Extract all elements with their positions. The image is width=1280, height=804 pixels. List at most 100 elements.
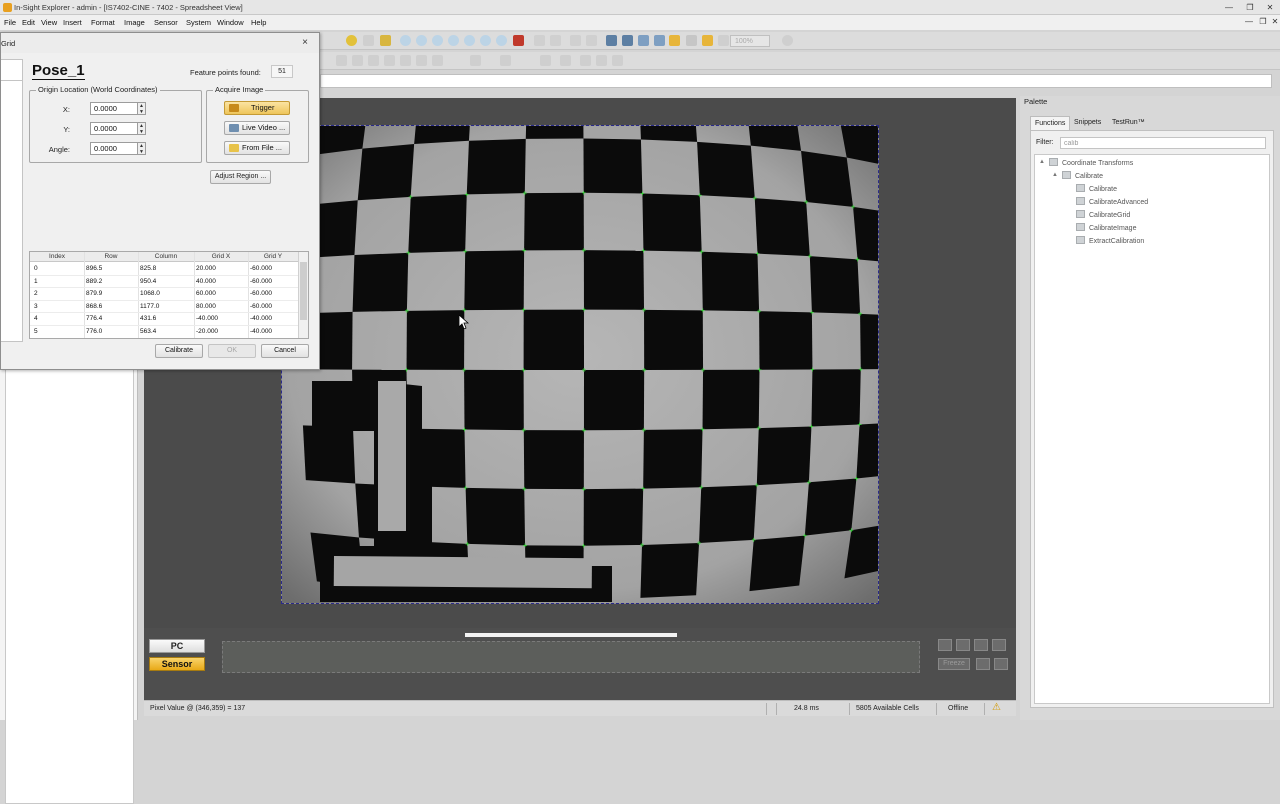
freeze-button[interactable]: Freeze <box>938 658 970 670</box>
align-justify-icon[interactable] <box>432 55 443 66</box>
calibrate-button[interactable]: Calibrate <box>155 344 203 358</box>
hand-icon[interactable] <box>718 35 729 46</box>
menu-format[interactable]: Format <box>91 18 115 27</box>
table-row[interactable]: 5 776.0 563.4 -20.000 -40.000 <box>30 326 298 338</box>
dependency-icon[interactable] <box>540 55 551 66</box>
italic-icon[interactable] <box>368 55 379 66</box>
film-prev-icon[interactable] <box>956 639 970 651</box>
tree-item-calibrate[interactable]: Calibrate <box>1076 184 1117 195</box>
lock-icon[interactable] <box>612 55 623 66</box>
menu-insert[interactable]: Insert <box>63 18 82 27</box>
menu-window[interactable]: Window <box>217 18 244 27</box>
custom-view-icon[interactable] <box>669 35 680 46</box>
origin-y-spinner[interactable]: ▲ ▼ <box>137 122 146 135</box>
window-alt-icon[interactable] <box>654 35 665 46</box>
font-color-icon[interactable] <box>500 55 511 66</box>
font-icon[interactable] <box>336 55 347 66</box>
zoom-fit-icon[interactable] <box>432 35 443 46</box>
tree-node-coordinate-transforms[interactable]: Coordinate Transforms <box>1049 158 1133 169</box>
ok-button[interactable]: OK <box>208 344 256 358</box>
film-settings-icon[interactable] <box>976 658 990 670</box>
tree-item-calibrate-grid[interactable]: CalibrateGrid <box>1076 210 1130 221</box>
tree-item-extract-calibration[interactable]: ExtractCalibration <box>1076 236 1144 247</box>
zoom-out-icon[interactable] <box>416 35 427 46</box>
grid-alt-icon[interactable] <box>550 35 561 46</box>
online-icon[interactable] <box>346 35 357 46</box>
column-header-grid-x[interactable]: Grid X <box>194 253 248 260</box>
tab-functions[interactable]: Functions <box>1030 116 1071 130</box>
zoom-level-field[interactable]: 100% <box>730 35 770 47</box>
tree-node-calibrate-group[interactable]: Calibrate <box>1062 171 1103 182</box>
table-icon[interactable] <box>586 35 597 46</box>
dependency-alt-icon[interactable] <box>560 55 571 66</box>
spin-down-icon[interactable]: ▼ <box>139 129 144 135</box>
feature-points-table[interactable]: Index Row Column Grid X Grid Y 0 896.5 825… <box>29 251 309 339</box>
align-center-icon[interactable] <box>400 55 411 66</box>
menu-help[interactable]: Help <box>251 18 266 27</box>
zoom-region-icon[interactable] <box>480 35 491 46</box>
sensor-view-icon[interactable] <box>702 35 713 46</box>
inner-minimize-button[interactable]: — <box>1242 16 1256 27</box>
column-header-index[interactable]: Index <box>30 253 84 260</box>
pc-button[interactable]: PC <box>149 639 205 653</box>
record-icon[interactable] <box>513 35 524 46</box>
pose-list[interactable] <box>1 59 23 342</box>
table-row[interactable]: 3 868.6 1177.0 80.000 -60.000 <box>30 301 298 314</box>
spin-down-icon[interactable]: ▼ <box>139 109 144 115</box>
layout-alt-icon[interactable] <box>622 35 633 46</box>
column-header-grid-y[interactable]: Grid Y <box>248 253 298 260</box>
column-header-row[interactable]: Row <box>84 253 138 260</box>
zoom-tool-icon[interactable] <box>496 35 507 46</box>
align-left-icon[interactable] <box>384 55 395 66</box>
origin-x-input[interactable] <box>90 102 138 115</box>
trigger-button[interactable]: Trigger <box>224 101 290 115</box>
camera-icon[interactable] <box>380 35 391 46</box>
live-video-button[interactable]: Live Video ... <box>224 121 290 135</box>
adjust-region-button[interactable]: Adjust Region ... <box>210 170 271 184</box>
inner-close-button[interactable]: ✕ <box>1268 16 1280 27</box>
formula-bar[interactable] <box>320 74 1272 88</box>
minimize-button[interactable]: — <box>1222 2 1236 13</box>
table-row[interactable]: 4 776.4 431.6 -40.000 -40.000 <box>30 313 298 326</box>
table-row[interactable]: 0 896.5 825.8 20.000 -60.000 <box>30 263 298 276</box>
film-record-icon[interactable] <box>994 658 1008 670</box>
check-icon[interactable] <box>580 55 591 66</box>
tab-snippets[interactable]: Snippets <box>1070 116 1105 130</box>
fill-color-icon[interactable] <box>470 55 481 66</box>
zoom-in-icon[interactable] <box>400 35 411 46</box>
calibration-checkerboard-image[interactable] <box>281 125 879 604</box>
tree-item-calibrate-image[interactable]: CalibrateImage <box>1076 223 1136 234</box>
menu-image[interactable]: Image <box>124 18 145 27</box>
close-button[interactable]: ✕ <box>1263 2 1277 13</box>
from-file-button[interactable]: From File ... <box>224 141 290 155</box>
table-scrollbar-thumb[interactable] <box>300 262 307 320</box>
restore-button[interactable]: ❐ <box>1243 2 1257 13</box>
cancel-button[interactable]: Cancel <box>261 344 309 358</box>
tree-expand-icon[interactable]: ▲ <box>1052 172 1058 178</box>
filter-input[interactable] <box>1060 137 1266 149</box>
menu-view[interactable]: View <box>41 18 57 27</box>
column-header-column[interactable]: Column <box>138 253 194 260</box>
warning-icon[interactable]: ⚠ <box>992 702 1001 713</box>
layout-icon[interactable] <box>606 35 617 46</box>
tree-expand-icon[interactable]: ▲ <box>1039 159 1045 165</box>
align-right-icon[interactable] <box>416 55 427 66</box>
table-row[interactable]: 1 889.2 950.4 40.000 -60.000 <box>30 276 298 289</box>
menu-sensor[interactable]: Sensor <box>154 18 178 27</box>
grid-icon[interactable] <box>534 35 545 46</box>
window-icon[interactable] <box>638 35 649 46</box>
snippet-icon[interactable] <box>596 55 607 66</box>
filter-icon[interactable] <box>686 35 697 46</box>
dialog-close-icon[interactable]: × <box>299 37 311 49</box>
origin-x-spinner[interactable]: ▲ ▼ <box>137 102 146 115</box>
menu-file[interactable]: File <box>4 18 16 27</box>
spin-down-icon[interactable]: ▼ <box>139 149 144 155</box>
tab-testrun[interactable]: TestRun™ <box>1108 116 1149 130</box>
settings-icon[interactable] <box>782 35 793 46</box>
zoom-100-icon[interactable] <box>464 35 475 46</box>
bold-icon[interactable] <box>352 55 363 66</box>
origin-angle-spinner[interactable]: ▲ ▼ <box>137 142 146 155</box>
origin-angle-input[interactable] <box>90 142 138 155</box>
pose-list-selected-item[interactable] <box>1 63 22 81</box>
menu-system[interactable]: System <box>186 18 211 27</box>
